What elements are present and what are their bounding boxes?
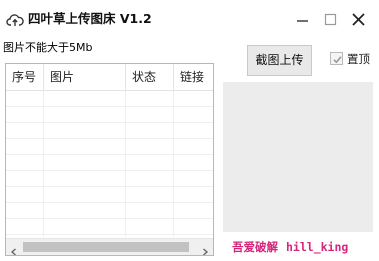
credit-author: hill_king — [286, 240, 349, 254]
image-preview-area — [223, 82, 373, 232]
maximize-icon — [324, 13, 337, 26]
maximize-button[interactable] — [319, 9, 343, 31]
scroll-left-arrow-icon[interactable] — [8, 242, 20, 255]
title-bar[interactable]: 四叶草上传图床 V1.2 — [0, 0, 379, 38]
scrollbar-thumb[interactable] — [23, 242, 189, 252]
column-header-image[interactable]: 图片 — [44, 64, 126, 90]
minimize-icon — [297, 20, 308, 22]
column-divider — [173, 91, 174, 237]
horizontal-scrollbar[interactable] — [6, 238, 213, 255]
column-header-link[interactable]: 链接 — [174, 64, 213, 90]
minimize-button[interactable] — [291, 9, 315, 31]
column-divider — [125, 91, 126, 237]
table-row — [6, 187, 213, 203]
close-icon — [352, 13, 365, 26]
window-title: 四叶草上传图床 V1.2 — [28, 11, 152, 26]
size-limit-notice: 图片不能大于5Mb — [3, 41, 93, 54]
table-row — [6, 219, 213, 235]
table-row — [6, 203, 213, 219]
column-header-status[interactable]: 状态 — [126, 64, 174, 90]
table-header: 序号 图片 状态 链接 — [6, 64, 213, 91]
pin-on-top-label: 置顶 — [347, 52, 370, 66]
table-row — [6, 155, 213, 171]
close-button[interactable] — [347, 9, 371, 31]
table-row — [6, 91, 213, 107]
table-row — [6, 171, 213, 187]
table-row — [6, 107, 213, 123]
scroll-right-arrow-icon[interactable] — [199, 242, 211, 255]
capture-upload-button[interactable]: 截图上传 — [247, 45, 312, 76]
table-row — [6, 123, 213, 139]
table-row — [6, 139, 213, 155]
credit-site: 吾爱破解 — [232, 240, 278, 254]
credit-text: 吾爱破解 hill_king — [232, 240, 348, 255]
upload-cloud-icon — [6, 11, 24, 29]
checkmark-icon — [333, 56, 342, 64]
upload-list-table[interactable]: 序号 图片 状态 链接 — [5, 63, 214, 256]
column-header-index[interactable]: 序号 — [6, 64, 44, 90]
column-divider — [43, 91, 44, 237]
checkbox-box[interactable] — [330, 52, 343, 65]
